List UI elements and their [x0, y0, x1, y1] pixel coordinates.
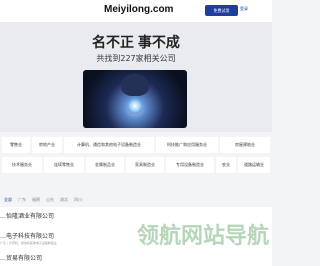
glowing-orb-icon: [127, 98, 143, 114]
category-chip[interactable]: 科技推广和应用服务业: [156, 137, 218, 153]
company-meta: 广东 | 计算机、通信和其他电子设备制造业: [0, 241, 57, 245]
hero-banner: 名不正 事不成 共找到227家相关公司: [0, 22, 272, 132]
hero-subtitle: 共找到227家相关公司: [96, 54, 176, 63]
site-logo[interactable]: Meiyilong.com: [104, 4, 173, 15]
hero-image: [83, 70, 187, 128]
tab-region[interactable]: 湖北: [60, 197, 68, 203]
tab-region[interactable]: 四川: [74, 197, 82, 203]
company-name[interactable]: …电子科技有限公司: [0, 231, 54, 240]
company-name[interactable]: …怡隆酒业有限公司: [0, 211, 54, 220]
category-chip[interactable]: 计算机、通信和其他电子设备制造业: [64, 137, 154, 153]
category-chip[interactable]: 金属制品业: [86, 157, 124, 173]
top-bar: Meiyilong.com 免费试用 登录: [0, 0, 272, 22]
category-chip[interactable]: 技术服务业: [2, 157, 42, 173]
category-chip[interactable]: 房地产业: [32, 137, 62, 153]
tab-region[interactable]: 广东: [18, 197, 26, 203]
login-button[interactable]: 登录: [240, 6, 248, 12]
category-chip[interactable]: 房屋建筑业: [220, 137, 270, 153]
free-trial-button[interactable]: 免费试用: [205, 5, 238, 16]
category-chip[interactable]: 专用设备制造业: [166, 157, 214, 173]
category-chip[interactable]: 农业: [216, 157, 236, 173]
watermark-text: 领航网站导航: [136, 223, 269, 248]
category-chip[interactable]: 家具制造业: [126, 157, 164, 173]
category-chip[interactable]: 连续零售业: [44, 157, 84, 173]
category-chip[interactable]: 零售业: [2, 137, 30, 153]
company-name[interactable]: …贸易有限公司: [0, 253, 42, 262]
region-tabs: 全部 广东 福建 山东 湖北 四川: [0, 197, 272, 205]
robot-head-shape: [121, 74, 149, 96]
tab-region[interactable]: 福建: [32, 197, 40, 203]
category-chip[interactable]: 道路运输业: [238, 157, 270, 173]
tab-all[interactable]: 全部: [4, 197, 12, 203]
tab-region[interactable]: 山东: [46, 197, 54, 203]
hero-title: 名不正 事不成: [92, 34, 180, 50]
